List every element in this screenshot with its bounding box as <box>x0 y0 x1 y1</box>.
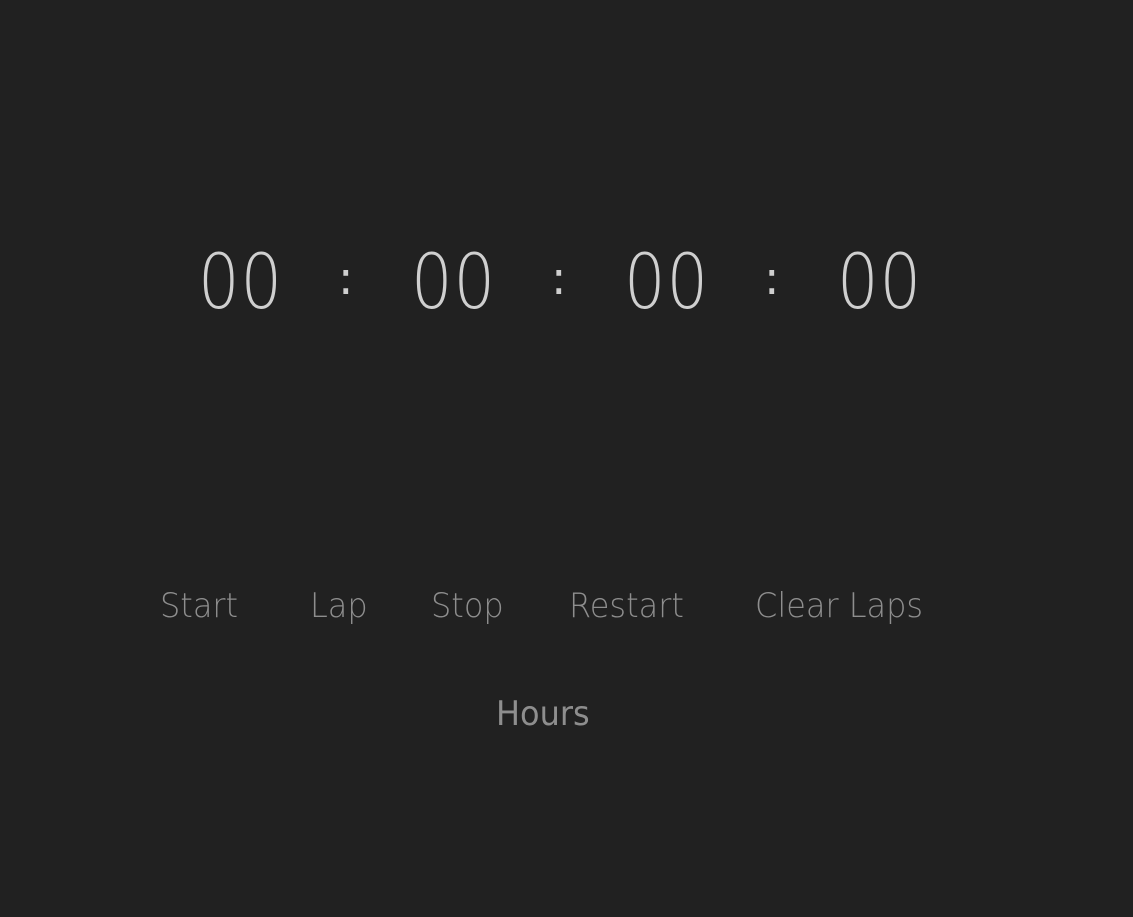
timer-separator: : <box>764 251 780 305</box>
timer-separator: : <box>551 251 567 305</box>
control-bar: Start Lap Stop Restart Clear Laps <box>0 580 1133 632</box>
timer-minutes: 00 <box>411 237 496 326</box>
timer-centiseconds: 00 <box>837 237 922 326</box>
restart-button[interactable]: Restart <box>569 580 684 632</box>
stop-button[interactable]: Stop <box>431 580 504 632</box>
timer-separator: : <box>338 251 354 305</box>
clear-laps-button[interactable]: Clear Laps <box>755 580 923 632</box>
hours-toggle-button[interactable]: Hours <box>496 688 590 740</box>
lap-button[interactable]: Lap <box>310 580 368 632</box>
stopwatch-app: { "timer": { "hours": "00", "minutes": "… <box>0 0 1133 917</box>
timer-hours: 00 <box>198 237 283 326</box>
timer-display: 00 : 00 : 00 : 00 <box>0 232 1133 332</box>
start-button[interactable]: Start <box>160 580 238 632</box>
timer-seconds: 00 <box>624 237 709 326</box>
